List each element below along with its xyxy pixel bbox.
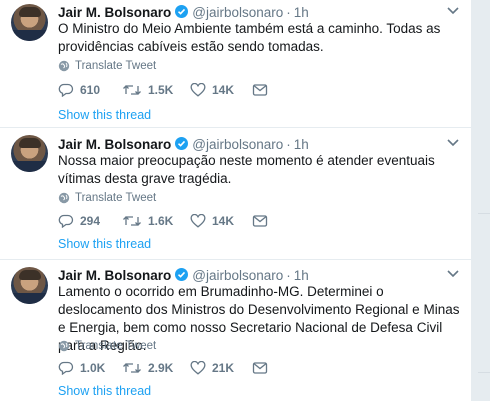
chevron-down-icon[interactable]: [447, 270, 459, 278]
separator-dot: ·: [286, 5, 291, 20]
like-icon: [190, 214, 206, 228]
chevron-down-icon[interactable]: [447, 7, 459, 15]
tweet[interactable]: Jair M. Bolsonaro @jairbolsonaro · 1h La…: [0, 260, 471, 401]
message-icon: [252, 84, 268, 96]
show-thread-link[interactable]: Show this thread: [58, 108, 151, 122]
tweet-actions: 1.0K 2.9K 21K: [58, 361, 274, 375]
retweet-button[interactable]: 1.5K: [122, 83, 190, 97]
direct-message-button[interactable]: [252, 214, 274, 228]
retweet-button[interactable]: 2.9K: [122, 361, 190, 375]
retweet-icon: [123, 216, 141, 226]
reply-button[interactable]: 610: [58, 83, 122, 97]
author-handle[interactable]: @jairbolsonaro: [192, 5, 283, 20]
translate-tweet-link[interactable]: Translate Tweet: [58, 60, 156, 72]
like-button[interactable]: 21K: [190, 361, 252, 375]
tweet-text: O Ministro do Meio Ambiente também está …: [58, 21, 441, 54]
tweet-actions: 610 1.5K 14K: [58, 83, 274, 97]
author-handle[interactable]: @jairbolsonaro: [192, 137, 283, 152]
reply-button[interactable]: 294: [58, 214, 122, 228]
retweet-count: 1.5K: [148, 83, 174, 97]
like-count: 14K: [212, 83, 235, 97]
show-thread-link[interactable]: Show this thread: [58, 384, 151, 398]
retweet-button[interactable]: 1.6K: [122, 214, 190, 228]
page-background-strip: [472, 0, 490, 401]
author-name[interactable]: Jair M. Bolsonaro: [58, 268, 171, 283]
author-handle[interactable]: @jairbolsonaro: [192, 268, 283, 283]
globe-icon: [58, 340, 70, 352]
message-icon: [252, 215, 268, 227]
chevron-down-icon[interactable]: [447, 139, 459, 147]
tweet-time[interactable]: 1h: [294, 5, 309, 20]
tweet-time[interactable]: 1h: [294, 137, 309, 152]
reply-count: 610: [80, 83, 101, 97]
tweet-text: Nossa maior preocupação neste momento é …: [58, 153, 435, 186]
like-icon: [190, 361, 206, 375]
reply-icon: [58, 214, 74, 228]
reply-count: 1.0K: [80, 361, 106, 375]
show-thread-link[interactable]: Show this thread: [58, 237, 151, 251]
translate-label: Translate Tweet: [75, 192, 157, 204]
tweet-time[interactable]: 1h: [294, 268, 309, 283]
translate-label: Translate Tweet: [75, 340, 157, 352]
like-icon: [190, 83, 206, 97]
tweet-actions: 294 1.6K 14K: [58, 214, 274, 228]
avatar[interactable]: [11, 135, 48, 172]
retweet-icon: [123, 363, 141, 373]
separator-dot: ·: [286, 137, 291, 152]
tweet[interactable]: Jair M. Bolsonaro @jairbolsonaro · 1h No…: [0, 128, 471, 260]
timeline: Jair M. Bolsonaro @jairbolsonaro · 1h O …: [0, 0, 472, 401]
like-button[interactable]: 14K: [190, 214, 252, 228]
message-icon: [252, 362, 268, 374]
author-name[interactable]: Jair M. Bolsonaro: [58, 5, 171, 20]
verified-badge-icon: [175, 137, 189, 150]
translate-label: Translate Tweet: [75, 60, 157, 72]
separator-dot: ·: [286, 268, 291, 283]
reply-count: 294: [80, 214, 101, 228]
avatar[interactable]: [11, 4, 48, 41]
tweet-header: Jair M. Bolsonaro @jairbolsonaro · 1h: [58, 267, 309, 283]
reply-icon: [58, 83, 74, 97]
direct-message-button[interactable]: [252, 361, 274, 375]
globe-icon: [58, 60, 70, 72]
retweet-count: 1.6K: [148, 214, 174, 228]
like-count: 14K: [212, 214, 235, 228]
tweet-header: Jair M. Bolsonaro @jairbolsonaro · 1h: [58, 4, 309, 20]
tweet[interactable]: Jair M. Bolsonaro @jairbolsonaro · 1h O …: [0, 0, 471, 128]
reply-button[interactable]: 1.0K: [58, 361, 122, 375]
like-button[interactable]: 14K: [190, 83, 252, 97]
like-count: 21K: [212, 361, 235, 375]
retweet-icon: [123, 85, 141, 95]
reply-icon: [58, 361, 74, 375]
tweet-header: Jair M. Bolsonaro @jairbolsonaro · 1h: [58, 136, 309, 152]
direct-message-button[interactable]: [252, 83, 274, 97]
globe-icon: [58, 192, 70, 204]
author-name[interactable]: Jair M. Bolsonaro: [58, 137, 171, 152]
verified-badge-icon: [175, 268, 189, 281]
translate-tweet-link[interactable]: Translate Tweet: [58, 192, 156, 204]
retweet-count: 2.9K: [148, 361, 174, 375]
translate-tweet-link[interactable]: Translate Tweet: [58, 340, 156, 352]
avatar[interactable]: [11, 267, 48, 304]
verified-badge-icon: [175, 5, 189, 18]
